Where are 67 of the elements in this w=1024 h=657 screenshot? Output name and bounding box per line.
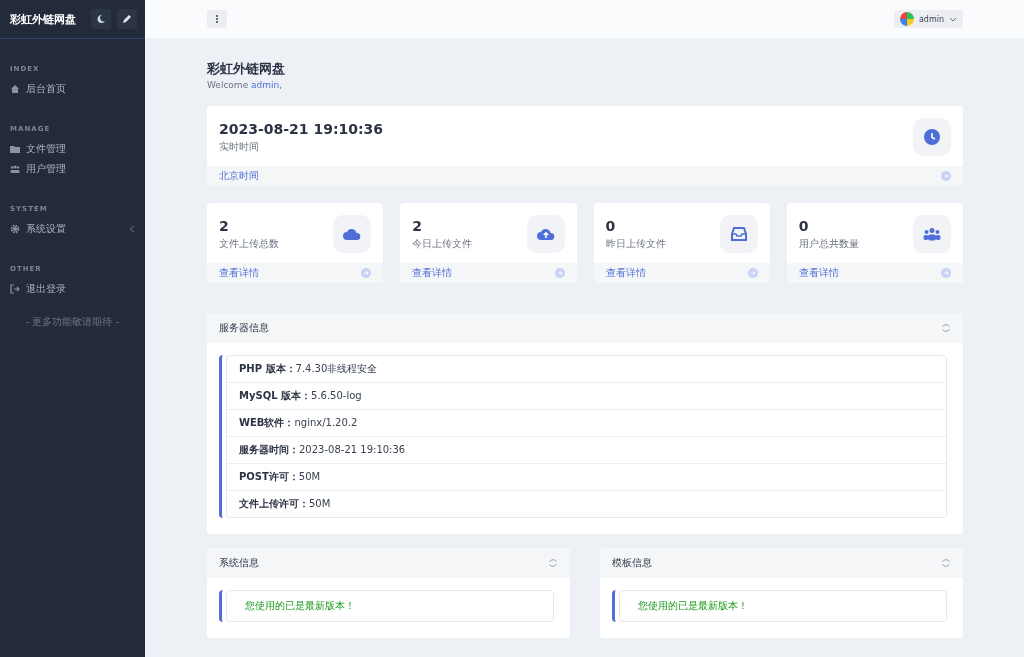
gear-icon [10, 224, 20, 234]
welcome-text: Welcome [207, 80, 249, 90]
nav-item[interactable]: 文件管理 [0, 139, 145, 159]
nav-item[interactable]: 退出登录 [0, 279, 145, 299]
page-title: 彩虹外链网盘 [207, 60, 286, 78]
caret-icon [949, 16, 957, 22]
stat-value: 0 [605, 217, 617, 234]
menu-button[interactable] [207, 10, 227, 28]
info-value: 2023-08-21 19:10:36 [299, 444, 406, 455]
stat-value: 2 [412, 217, 423, 234]
details-link[interactable]: 查看详情 [219, 266, 259, 280]
nav-item[interactable]: 后台首页 [0, 79, 145, 99]
moon-icon [96, 14, 106, 24]
nav-item[interactable]: 用户管理 [0, 159, 145, 179]
version-message: 您使用的已是最新版本！ [244, 599, 356, 613]
info-label: 文件上传许可： [239, 498, 309, 509]
cloud-icon [343, 228, 362, 240]
user-menu-button[interactable]: admin [893, 10, 963, 28]
clock-value: 2023-08-21 19:10:36 [219, 120, 384, 137]
version-message: 您使用的已是最新版本！ [637, 599, 749, 613]
theme-button[interactable] [117, 9, 137, 29]
comma-text: , [279, 80, 283, 90]
arrow-circle-icon [554, 268, 565, 278]
nav-item[interactable]: 系统设置 [0, 219, 145, 239]
panel-title: 系统信息 [219, 556, 259, 570]
panel-title: 模板信息 [612, 556, 652, 570]
details-link[interactable]: 查看详情 [798, 266, 839, 280]
home-icon [10, 84, 20, 94]
inbox-icon [730, 227, 747, 241]
panel-title: 服务器信息 [219, 321, 269, 335]
info-label: 服务器时间： [239, 444, 299, 455]
info-value: 7.4.30非线程安全 [295, 363, 378, 374]
arrow-circle-icon [747, 268, 758, 278]
clock-label: 实时时间 [219, 139, 260, 154]
logout-icon [10, 284, 20, 294]
info-label: POST许可： [239, 471, 299, 482]
stat-value: 0 [798, 217, 810, 234]
stat-label: 文件上传总数 [219, 236, 279, 251]
details-link[interactable]: 查看详情 [605, 266, 646, 280]
avatar-icon [899, 12, 914, 26]
info-label: WEB软件： [239, 417, 295, 428]
info-value: 50M [298, 471, 321, 482]
stat-label: 用户总共数量 [798, 236, 859, 251]
stat-value: 2 [219, 217, 230, 234]
details-link[interactable]: 查看详情 [412, 266, 453, 280]
arrow-circle-icon [941, 171, 951, 181]
cloud-upload-icon [536, 228, 555, 240]
folder-icon [10, 144, 20, 154]
info-label: PHP 版本： [239, 363, 296, 374]
users-icon [923, 227, 941, 241]
dark-mode-button[interactable] [91, 9, 111, 29]
pencil-icon [122, 14, 132, 24]
clock-icon [924, 129, 940, 145]
more-icon [215, 14, 219, 24]
stat-label: 今日上传文件 [412, 236, 473, 251]
brand-title: 彩虹外链网盘 [10, 11, 77, 27]
sidebar-footer: - 更多功能敬请期待 - [0, 315, 145, 329]
info-value: 5.6.50-log [311, 390, 362, 401]
arrow-circle-icon [361, 268, 372, 278]
footer-link[interactable]: 北京时间 [219, 169, 259, 183]
arrow-circle-icon [941, 268, 951, 278]
info-label: MySQL 版本： [239, 390, 312, 401]
info-value: 50M [309, 498, 331, 509]
chevron-icon [129, 225, 135, 233]
stat-label: 昨日上传文件 [605, 236, 666, 251]
users-icon [10, 164, 20, 174]
info-value: nginx/1.20.2 [294, 417, 358, 428]
